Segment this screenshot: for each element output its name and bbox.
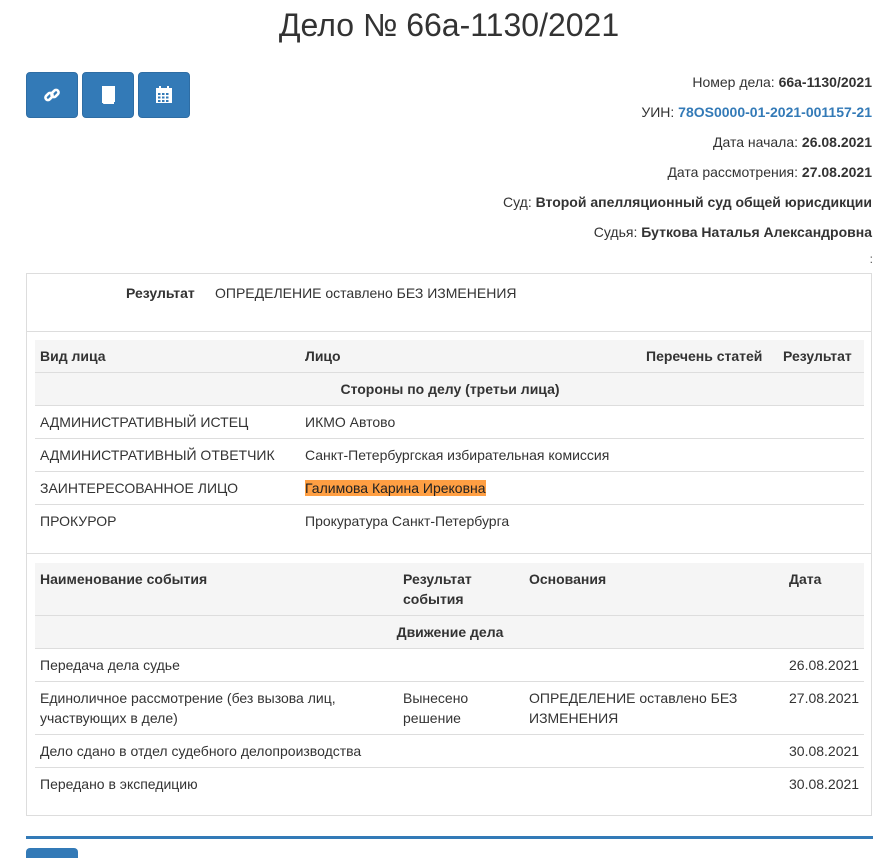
event-date: 27.08.2021 (784, 681, 864, 735)
start-date-line: Дата начала: 26.08.2021 (503, 130, 872, 160)
party-result (778, 405, 864, 439)
party-articles (641, 405, 778, 439)
table-row: АДМИНИСТРАТИВНЫЙ ИСТЕЦ ИКМО Автово (35, 405, 864, 439)
party-articles (641, 504, 778, 537)
case-number-line: Номер дела: 66а-1130/2021 (503, 70, 872, 100)
court-value: Второй апелляционный суд общей юрисдикци… (535, 194, 872, 210)
event-result (398, 734, 524, 768)
uin-label: УИН: (641, 104, 675, 120)
case-meta: Номер дела: 66а-1130/2021 УИН: 78OS0000-… (503, 70, 873, 266)
case-number-value: 66а-1130/2021 (778, 74, 872, 90)
event-basis (524, 648, 784, 682)
result-label: Результат (126, 285, 195, 301)
movement-caption-row: Движение дела (35, 615, 864, 649)
judge-label: Судья: (593, 224, 638, 240)
judge-line: Судья: Буткова Наталья Александровна (503, 220, 872, 250)
case-number-label: Номер дела: (692, 74, 775, 90)
event-name: Передано в экспедицию (35, 767, 398, 800)
party-articles (641, 438, 778, 472)
party-type: ПРОКУРОР (35, 504, 300, 537)
table-row: Передано в экспедицию 30.08.2021 (35, 767, 864, 800)
uin-link[interactable]: 78OS0000-01-2021-001157-21 (678, 104, 872, 120)
party-result (778, 504, 864, 537)
party-type: АДМИНИСТРАТИВНЫЙ ОТВЕТЧИК (35, 438, 300, 472)
result-value: ОПРЕДЕЛЕНИЕ оставлено БЕЗ ИЗМЕНЕНИЯ (215, 285, 517, 301)
result-row: Результат ОПРЕДЕЛЕНИЕ оставлено БЕЗ ИЗМЕ… (27, 274, 871, 332)
party-type: ЗАИНТЕРЕСОВАННОЕ ЛИЦО (35, 471, 300, 505)
event-date: 26.08.2021 (784, 648, 864, 682)
event-name: Дело сдано в отдел судебного делопроизво… (35, 734, 398, 768)
link-button[interactable] (26, 72, 78, 118)
table-row: Дело сдано в отдел судебного делопроизво… (35, 734, 864, 768)
page-title: Дело № 66а-1130/2021 (278, 7, 620, 43)
party-result (778, 471, 864, 505)
footer-divider (26, 836, 873, 839)
trailing-colon: : (869, 252, 873, 266)
highlighted-person: Галимова Карина Ирековна (305, 480, 486, 496)
event-result (398, 767, 524, 800)
footer-button[interactable] (26, 848, 78, 858)
party-person: Галимова Карина Ирековна (300, 471, 641, 505)
review-date-value: 27.08.2021 (801, 164, 872, 180)
event-basis (524, 767, 784, 800)
calendar-button[interactable] (138, 72, 190, 118)
calendar-icon (156, 86, 172, 103)
col-date: Дата (784, 563, 864, 616)
review-date-line: Дата рассмотрения: 27.08.2021 (503, 160, 872, 190)
uin-line: УИН: 78OS0000-01-2021-001157-21 (503, 100, 872, 130)
table-row: АДМИНИСТРАТИВНЫЙ ОТВЕТЧИК Санкт-Петербур… (35, 438, 864, 472)
col-event: Наименование события (35, 563, 398, 616)
section-divider (27, 553, 871, 554)
parties-caption-row: Стороны по делу (третьи лица) (35, 372, 864, 406)
col-basis: Основания (524, 563, 784, 616)
party-result (778, 438, 864, 472)
event-result: Вынесено решение (398, 681, 524, 735)
col-event-result: Результат события (398, 563, 524, 616)
party-person: Санкт-Петербургская избирательная комисс… (300, 438, 641, 472)
party-articles (641, 471, 778, 505)
parties-table: Стороны по делу (третьи лица) Вид лица Л… (35, 340, 864, 537)
party-person: ИКМО Автово (300, 405, 641, 439)
judge-value: Буткова Наталья Александровна (641, 224, 872, 240)
event-result (398, 648, 524, 682)
event-name: Передача дела судье (35, 648, 398, 682)
col-person-type: Вид лица (35, 340, 300, 373)
event-date: 30.08.2021 (784, 734, 864, 768)
event-date: 30.08.2021 (784, 767, 864, 800)
start-date-value: 26.08.2021 (801, 134, 872, 150)
event-name: Единоличное рассмотрение (без вызова лиц… (35, 681, 398, 735)
book-button[interactable] (82, 72, 134, 118)
toolbar (26, 72, 190, 118)
table-row: Передача дела судье 26.08.2021 (35, 648, 864, 682)
case-panel: Результат ОПРЕДЕЛЕНИЕ оставлено БЕЗ ИЗМЕ… (26, 273, 872, 816)
party-type: АДМИНИСТРАТИВНЫЙ ИСТЕЦ (35, 405, 300, 439)
movement-header-row: Наименование события Результат события О… (35, 563, 864, 616)
col-party-result: Результат (778, 340, 864, 373)
col-articles: Перечень статей (641, 340, 778, 373)
parties-caption: Стороны по делу (третьи лица) (35, 372, 864, 406)
court-line: Суд: Второй апелляционный суд общей юрис… (503, 190, 872, 220)
table-row: Единоличное рассмотрение (без вызова лиц… (35, 681, 864, 735)
table-row: ПРОКУРОР Прокуратура Санкт-Петербурга (35, 504, 864, 537)
event-basis (524, 734, 784, 768)
review-date-label: Дата рассмотрения: (667, 164, 799, 180)
book-icon (102, 86, 115, 104)
col-person: Лицо (300, 340, 641, 373)
party-person: Прокуратура Санкт-Петербурга (300, 504, 641, 537)
event-basis: ОПРЕДЕЛЕНИЕ оставлено БЕЗ ИЗМЕНЕНИЯ (524, 681, 784, 735)
parties-header-row: Вид лица Лицо Перечень статей Результат (35, 340, 864, 373)
court-label: Суд: (503, 194, 532, 210)
link-icon (44, 88, 60, 102)
table-row: ЗАИНТЕРЕСОВАННОЕ ЛИЦО Галимова Карина Ир… (35, 471, 864, 505)
movement-caption: Движение дела (35, 615, 864, 649)
start-date-label: Дата начала: (713, 134, 799, 150)
movement-table: Движение дела Наименование события Резул… (35, 563, 864, 800)
